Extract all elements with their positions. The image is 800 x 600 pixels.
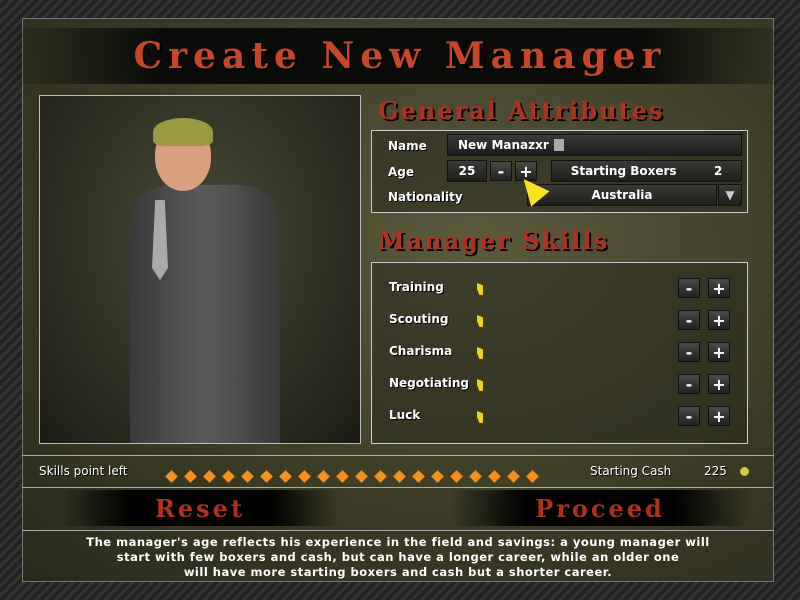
starting-boxers-display: Starting Boxers 2 [551, 160, 742, 182]
skill-point-diamond [469, 470, 482, 483]
skill-increase-button[interactable]: + [708, 342, 730, 362]
skill-label: Negotiating [389, 376, 469, 390]
age-label: Age [388, 165, 415, 179]
skill-point-diamond [222, 470, 235, 483]
skill-decrease-button[interactable]: - [678, 310, 700, 330]
skill-point-diamond [184, 470, 197, 483]
page-title: Create New Manager [0, 28, 800, 84]
skill-point-diamond [526, 470, 539, 483]
skill-decrease-button[interactable]: - [678, 374, 700, 394]
skill-point-diamond [298, 470, 311, 483]
skill-point-diamond [450, 470, 463, 483]
manager-body [130, 185, 280, 443]
skill-increase-button[interactable]: + [708, 374, 730, 394]
starting-boxers-label: Starting Boxers [570, 164, 677, 178]
name-label: Name [388, 139, 427, 153]
skill-point-diamond [317, 470, 330, 483]
starting-cash-value: 225 [704, 464, 727, 478]
skill-point-diamond [393, 470, 406, 483]
skill-increase-button[interactable]: + [708, 310, 730, 330]
skills-points-bar: Skills point left Starting Cash 225 [22, 455, 774, 487]
skill-increase-button[interactable]: + [708, 406, 730, 426]
skill-label: Charisma [389, 344, 453, 358]
manager-skills-heading: Manager Skills [378, 226, 609, 255]
coin-icon [740, 467, 749, 476]
help-line: start with few boxers and cash, but can … [116, 550, 680, 564]
nationality-select[interactable]: Australia [527, 184, 717, 206]
skill-increase-button[interactable]: + [708, 278, 730, 298]
skill-point-diamond [260, 470, 273, 483]
skill-point-diamond [241, 470, 254, 483]
skill-point-diamond [488, 470, 501, 483]
divider [22, 530, 774, 531]
skill-point-diamond [355, 470, 368, 483]
help-line: The manager's age reflects his experienc… [86, 535, 710, 549]
skill-label: Luck [389, 408, 421, 422]
skill-label: Training [389, 280, 444, 294]
general-attributes-heading: General Attributes [378, 96, 665, 125]
help-text: The manager's age reflects his experienc… [22, 532, 774, 582]
skill-point-diamond [279, 470, 292, 483]
text-cursor [553, 139, 564, 151]
proceed-button[interactable]: Proceed [450, 490, 750, 526]
skill-point-diamond [374, 470, 387, 483]
skill-label: Scouting [389, 312, 449, 326]
skill-decrease-button[interactable]: - [678, 278, 700, 298]
reset-button[interactable]: Reset [60, 490, 340, 526]
help-line: will have more starting boxers and cash … [183, 565, 613, 579]
starting-boxers-value: 2 [713, 164, 723, 178]
skill-point-diamond [336, 470, 349, 483]
age-decrease-button[interactable]: - [490, 161, 512, 181]
skill-point-diamond [431, 470, 444, 483]
skills-points-label: Skills point left [39, 464, 128, 478]
manager-hair [153, 118, 213, 146]
skill-point-diamond [203, 470, 216, 483]
nationality-dropdown-icon[interactable]: ▼ [718, 184, 742, 206]
nationality-label: Nationality [388, 190, 463, 204]
skill-decrease-button[interactable]: - [678, 342, 700, 362]
skill-points-indicator [162, 466, 542, 485]
skill-decrease-button[interactable]: - [678, 406, 700, 426]
skill-point-diamond [165, 470, 178, 483]
divider [22, 487, 774, 488]
starting-cash-label: Starting Cash [590, 464, 672, 478]
skill-point-diamond [507, 470, 520, 483]
name-input[interactable]: New Manazxr [447, 134, 742, 156]
skill-point-diamond [412, 470, 425, 483]
age-value: 25 [447, 160, 487, 182]
name-value: New Manazxr [458, 138, 549, 152]
